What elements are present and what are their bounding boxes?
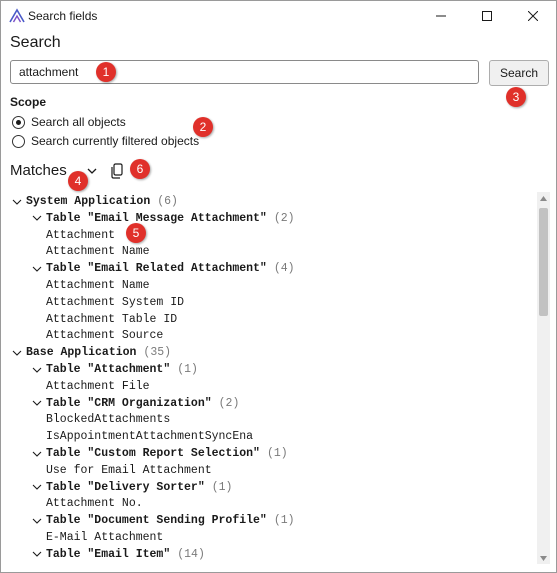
- tree-field-item[interactable]: Attachment No.: [46, 495, 143, 512]
- match-count: (1): [266, 447, 288, 460]
- tree-item-label: Table "Document Sending Profile": [46, 514, 267, 528]
- tree-table-node[interactable]: Table "Document Sending Profile" (1): [30, 512, 295, 529]
- tree-app-node[interactable]: Base Application (35): [10, 344, 171, 361]
- match-count: (1): [211, 480, 233, 494]
- chevron-down-icon[interactable]: [10, 344, 24, 361]
- tree-table-node[interactable]: Table "Custom Report Selection" (1): [30, 445, 288, 462]
- tree-item-label: BlockedAttachments: [46, 413, 171, 427]
- match-count: (4): [273, 262, 295, 276]
- tree-item-label: Table "CRM Organization": [46, 396, 212, 410]
- tree-field-item[interactable]: Attachment File: [46, 378, 150, 395]
- tree-item-label: E-Mail Attachment: [46, 531, 164, 544]
- tree-item-label: Attachment Table ID: [46, 312, 178, 326]
- chevron-down-icon[interactable]: [30, 546, 44, 563]
- radio-search-all-objects[interactable]: Search all objects: [12, 115, 126, 129]
- callout-badge-6: 6: [130, 159, 150, 179]
- minimize-icon: [436, 15, 446, 17]
- scrollbar-thumb[interactable]: [539, 208, 548, 316]
- search-button[interactable]: Search: [489, 60, 549, 86]
- tree-table-node[interactable]: Table "Attachment" (1): [30, 361, 198, 378]
- chevron-down-icon[interactable]: [10, 193, 24, 210]
- tree-field-item[interactable]: Attachment System ID: [46, 294, 184, 311]
- maximize-icon: [482, 11, 492, 21]
- match-count: (1): [177, 363, 198, 376]
- tree-app-node[interactable]: System Application (6): [10, 193, 178, 210]
- chevron-down-icon[interactable]: [30, 395, 44, 412]
- match-count: (6): [157, 195, 178, 208]
- scroll-up-arrow-icon[interactable]: [537, 192, 550, 204]
- tree-item-label: Table "Delivery Sorter": [46, 480, 205, 494]
- radio-label: Search currently filtered objects: [31, 134, 200, 148]
- tree-item-label: Attachment No.: [46, 497, 143, 511]
- chevron-down-icon[interactable]: [30, 479, 44, 496]
- tree-item-label: Attachment Name: [46, 279, 150, 292]
- matches-tree[interactable]: System Application (6) Table "Email Messag…: [2, 192, 536, 564]
- tree-item-label: Base Application: [26, 346, 137, 360]
- maximize-button[interactable]: [464, 1, 510, 31]
- tree-item-label: IsAppointmentAttachmentSyncEna: [46, 430, 254, 444]
- tree-field-item[interactable]: Attachment: [46, 227, 115, 244]
- tree-item-label: Attachment File: [46, 379, 150, 393]
- search-fields-window: Search fields Search attachment Search S…: [0, 0, 557, 573]
- tree-item-label: Use for Email Attachment: [46, 463, 212, 477]
- tree-field-item[interactable]: BlockedAttachments: [46, 411, 170, 428]
- match-count: (14): [177, 547, 205, 561]
- tree-item-label: Attachment System ID: [46, 295, 185, 309]
- chevron-down-icon[interactable]: [87, 166, 97, 176]
- scroll-down-arrow-icon[interactable]: [537, 552, 550, 564]
- tree-field-item[interactable]: E-Mail Attachment: [46, 529, 163, 546]
- close-button[interactable]: [510, 1, 556, 31]
- window-title: Search fields: [28, 9, 98, 23]
- vertical-scrollbar[interactable]: [537, 192, 550, 564]
- app-logo-icon: [9, 8, 25, 23]
- chevron-down-icon[interactable]: [30, 512, 44, 529]
- scope-label: Scope: [10, 95, 47, 109]
- tree-item-label: Table "Custom Report Selection": [46, 447, 260, 460]
- close-icon: [528, 11, 538, 21]
- radio-search-filtered-objects[interactable]: Search currently filtered objects: [12, 134, 199, 148]
- chevron-down-icon[interactable]: [30, 445, 44, 462]
- radio-button[interactable]: [12, 134, 25, 148]
- matches-label: Matches: [10, 162, 67, 179]
- tree-table-node[interactable]: Table "CRM Organization" (2): [30, 395, 239, 412]
- chevron-down-icon[interactable]: [30, 210, 44, 227]
- tree-field-item[interactable]: Attachment Name: [46, 277, 150, 294]
- tree-item-label: System Application: [26, 195, 151, 208]
- callout-badge-1: 1: [96, 62, 116, 82]
- radio-label: Search all objects: [31, 115, 126, 129]
- chevron-down-icon[interactable]: [30, 361, 44, 378]
- tree-field-item[interactable]: IsAppointmentAttachmentSyncEna: [46, 428, 253, 445]
- title-bar: Search fields: [1, 1, 556, 31]
- tree-field-item[interactable]: Attachment Name: [46, 243, 150, 260]
- match-count: (2): [273, 211, 295, 225]
- tree-item-label: Attachment Name: [46, 245, 150, 259]
- tree-item-label: Attachment Source: [46, 329, 164, 343]
- callout-badge-3: 3: [506, 87, 526, 107]
- callout-badge-4: 4: [68, 171, 88, 191]
- tree-table-node[interactable]: Table "Delivery Sorter" (1): [30, 479, 232, 496]
- copy-icon[interactable]: [110, 163, 124, 179]
- tree-item-label: Table "Attachment": [46, 363, 171, 376]
- chevron-down-icon[interactable]: [30, 260, 44, 277]
- match-count: (2): [218, 396, 240, 410]
- callout-badge-2: 2: [193, 117, 213, 137]
- radio-button-checked[interactable]: [12, 115, 25, 129]
- callout-badge-5: 5: [126, 223, 146, 243]
- tree-item-label: Table "Email Message Attachment": [46, 211, 267, 225]
- match-count: (1): [273, 514, 295, 528]
- tree-field-item[interactable]: Attachment Table ID: [46, 311, 177, 328]
- tree-item-label: Table "Email Related Attachment": [46, 262, 267, 276]
- tree-field-item[interactable]: Attachment Source: [46, 327, 163, 344]
- tree-item-label: Table "Email Item": [46, 547, 171, 561]
- tree-table-node[interactable]: Table "Email Message Attachment" (2): [30, 210, 295, 227]
- tree-table-node[interactable]: Table "Email Item" (14): [30, 546, 205, 563]
- minimize-button[interactable]: [418, 1, 464, 31]
- tree-item-label: Attachment: [46, 228, 116, 242]
- match-count: (35): [143, 346, 172, 360]
- tree-field-item[interactable]: Use for Email Attachment: [46, 462, 212, 479]
- search-heading: Search: [10, 34, 61, 51]
- search-input[interactable]: attachment: [10, 60, 479, 84]
- tree-table-node[interactable]: Table "Email Related Attachment" (4): [30, 260, 295, 277]
